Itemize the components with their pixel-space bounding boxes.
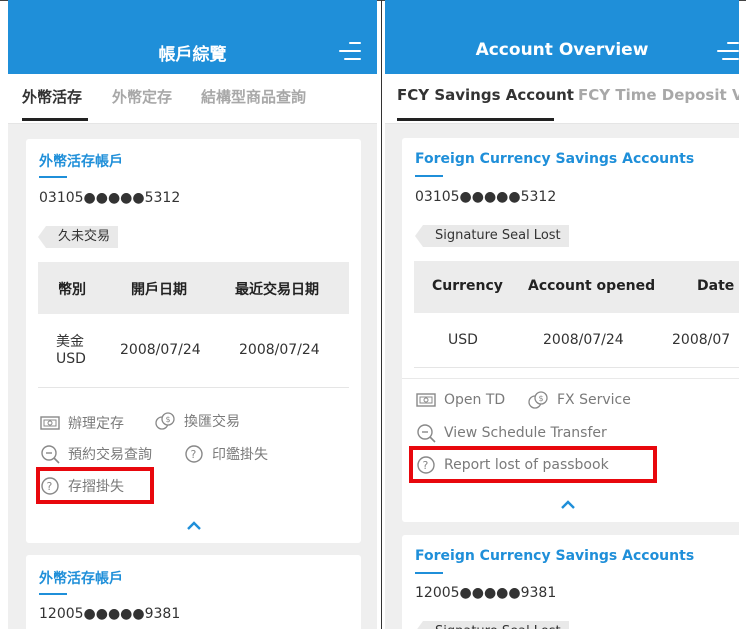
report-passbook-lost-button[interactable]: ? 存摺掛失 bbox=[40, 476, 124, 496]
open-td-label: Open TD bbox=[444, 392, 506, 408]
banknote-icon bbox=[40, 416, 60, 430]
table-header: 幣別 開戶日期 最近交易日期 bbox=[38, 262, 349, 314]
schedule-transfer-button[interactable]: 預約交易查詢 bbox=[40, 444, 152, 464]
open-td-label: 辦理定存 bbox=[68, 416, 124, 432]
banknote-icon bbox=[416, 393, 436, 407]
chevron-up-icon[interactable] bbox=[559, 498, 577, 510]
tab-savings[interactable]: 外幣活存 bbox=[22, 86, 82, 107]
tab-more[interactable]: Vi bbox=[732, 86, 739, 104]
col-date: Date bbox=[697, 278, 735, 294]
title-underline bbox=[415, 572, 443, 574]
page-title: 帳戶綜覽 bbox=[158, 45, 227, 65]
tab-fcy-time-deposit[interactable]: FCY Time Deposit bbox=[578, 86, 727, 104]
opened-date: 2008/07/24 bbox=[543, 332, 624, 348]
tab-active-indicator bbox=[397, 118, 554, 121]
last-date: 2008/07 bbox=[672, 332, 731, 348]
header: Account Overview bbox=[385, 0, 739, 74]
search-icon bbox=[41, 445, 60, 464]
divider bbox=[414, 367, 739, 368]
col-last-transaction: 最近交易日期 bbox=[235, 282, 319, 298]
status-badge: Signature Seal Lost bbox=[415, 225, 569, 247]
seal-lost-label: 印鑑掛失 bbox=[212, 447, 268, 463]
col-currency: Currency bbox=[432, 278, 503, 294]
card-title: Foreign Currency Savings Accounts bbox=[415, 151, 695, 167]
account-number: 12005●●●●●9381 bbox=[415, 585, 557, 601]
card-title: 外幣活存帳戶 bbox=[39, 154, 123, 170]
currency-name: 美金 bbox=[56, 334, 84, 350]
question-icon: ? bbox=[185, 445, 203, 463]
status-badge: Signature Seal Lost bbox=[415, 621, 569, 629]
report-passbook-lost-button[interactable]: ? Report lost of passbook bbox=[416, 455, 609, 475]
panel-divider bbox=[381, 0, 382, 629]
svg-text:?: ? bbox=[423, 459, 429, 472]
last-transaction-date: 2008/07/24 bbox=[239, 342, 320, 358]
status-badge: 久未交易 bbox=[37, 226, 119, 248]
opened-date: 2008/07/24 bbox=[120, 342, 201, 358]
header: 帳戶綜覽 bbox=[8, 0, 377, 74]
exchange-icon: $ bbox=[528, 391, 548, 409]
svg-text:$: $ bbox=[166, 415, 171, 424]
chevron-up-icon[interactable] bbox=[185, 519, 203, 531]
divider bbox=[38, 387, 349, 388]
report-passbook-lost-label: Report lost of passbook bbox=[444, 457, 609, 473]
tab-time-deposit[interactable]: 外幣定存 bbox=[112, 86, 172, 107]
table-header: Currency Account opened Date bbox=[414, 261, 739, 313]
question-icon: ? bbox=[417, 456, 435, 474]
currency-code: USD bbox=[448, 332, 478, 348]
title-underline bbox=[39, 593, 67, 595]
card-title: 外幣活存帳戶 bbox=[39, 571, 123, 587]
account-card: Foreign Currency Savings Accounts 12005●… bbox=[402, 535, 739, 629]
open-td-button[interactable]: Open TD bbox=[416, 392, 505, 408]
tab-fcy-savings[interactable]: FCY Savings Account bbox=[397, 86, 574, 104]
title-underline bbox=[415, 175, 443, 177]
col-currency: 幣別 bbox=[58, 282, 86, 298]
view-schedule-transfer-button[interactable]: View Schedule Transfer bbox=[416, 423, 607, 443]
account-number: 03105●●●●●5312 bbox=[39, 190, 181, 206]
page-title: Account Overview bbox=[475, 40, 649, 60]
menu-icon[interactable] bbox=[715, 40, 739, 64]
account-card: 外幣活存帳戶 12005●●●●●9381 bbox=[26, 555, 361, 629]
tab-structured-products[interactable]: 結構型商品查詢 bbox=[201, 86, 306, 107]
svg-text:?: ? bbox=[47, 480, 53, 493]
currency-code: USD bbox=[56, 351, 86, 367]
fx-service-label: 換匯交易 bbox=[184, 414, 240, 430]
title-underline bbox=[39, 176, 67, 178]
question-icon: ? bbox=[41, 477, 59, 495]
open-td-button[interactable]: 辦理定存 bbox=[40, 413, 124, 433]
search-icon bbox=[417, 424, 436, 443]
tab-bar: FCY Savings Account FCY Time Deposit Vi bbox=[385, 74, 739, 124]
fx-service-button[interactable]: $ FX Service bbox=[527, 390, 631, 410]
col-account-opened: Account opened bbox=[528, 278, 656, 294]
right-screen: Account Overview FCY Savings Account FCY… bbox=[385, 0, 739, 629]
report-passbook-lost-label: 存摺掛失 bbox=[68, 479, 124, 495]
view-schedule-transfer-label: View Schedule Transfer bbox=[444, 425, 607, 441]
seal-lost-button[interactable]: ? 印鑑掛失 bbox=[184, 444, 268, 464]
left-screen: 帳戶綜覽 外幣活存 外幣定存 結構型商品查詢 外幣活存帳戶 03105●●●●●… bbox=[8, 0, 377, 629]
account-number: 12005●●●●●9381 bbox=[39, 606, 181, 622]
card-title: Foreign Currency Savings Accounts bbox=[415, 548, 695, 564]
col-opened: 開戶日期 bbox=[131, 282, 187, 298]
svg-text:$: $ bbox=[539, 394, 544, 403]
exchange-icon: $ bbox=[155, 412, 175, 430]
svg-text:?: ? bbox=[191, 448, 197, 461]
schedule-transfer-label: 預約交易查詢 bbox=[68, 447, 152, 463]
menu-icon[interactable] bbox=[337, 40, 361, 64]
tab-active-indicator bbox=[22, 118, 88, 121]
tab-bar: 外幣活存 外幣定存 結構型商品查詢 bbox=[8, 74, 377, 124]
account-card: Foreign Currency Savings Accounts 03105●… bbox=[402, 138, 739, 522]
divider bbox=[402, 378, 739, 379]
account-card: 外幣活存帳戶 03105●●●●●5312 久未交易 幣別 開戶日期 最近交易日… bbox=[26, 139, 361, 543]
account-number: 03105●●●●●5312 bbox=[415, 189, 557, 205]
fx-service-button[interactable]: $ 換匯交易 bbox=[154, 411, 240, 431]
fx-service-label: FX Service bbox=[557, 392, 631, 408]
